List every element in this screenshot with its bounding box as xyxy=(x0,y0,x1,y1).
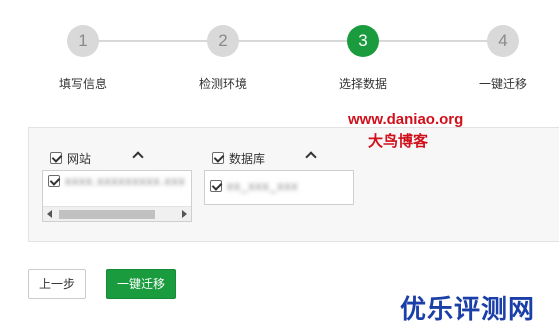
sites-list[interactable]: xxxx.xxxxxxxxx.xxx xyxy=(42,170,192,222)
step-3-label: 选择数据 xyxy=(338,77,388,91)
database-item-name: xx_xxx_xxx xyxy=(227,179,299,193)
database-item-checkbox[interactable] xyxy=(210,180,222,192)
step-2-circle: 2 xyxy=(207,25,239,57)
one-click-migrate-button[interactable]: 一键迁移 xyxy=(106,269,176,299)
step-connector xyxy=(238,40,348,42)
step-3-circle: 3 xyxy=(347,25,379,57)
databases-list[interactable]: xx_xxx_xxx xyxy=(204,170,354,205)
previous-step-button[interactable]: 上一步 xyxy=(28,269,86,299)
site-item-checkbox[interactable] xyxy=(48,175,60,187)
site-item-name: xxxx.xxxxxxxxx.xxx xyxy=(65,174,186,188)
sites-group-label: 网站 xyxy=(67,151,92,166)
watermark-blog-name: 大鸟博客 xyxy=(368,133,429,150)
databases-group-label: 数据库 xyxy=(229,151,266,166)
step-4-circle: 4 xyxy=(487,25,519,57)
list-item[interactable]: xxxx.xxxxxxxxx.xxx xyxy=(43,171,191,191)
databases-select-all-checkbox[interactable] xyxy=(212,152,224,164)
step-2-label: 检测环境 xyxy=(198,77,248,91)
migration-stepper: 1 2 3 4 填写信息 检测环境 选择数据 一键迁移 xyxy=(0,0,559,110)
sites-select-all-checkbox[interactable] xyxy=(50,152,62,164)
data-selection-panel: 网站 xxxx.xxxxxxxxx.xxx 数据库 xx_xxx_xxx xyxy=(28,127,559,242)
scrollbar-thumb[interactable] xyxy=(59,210,155,219)
step-1-circle: 1 xyxy=(67,25,99,57)
watermark-brand: 优乐评测网 xyxy=(400,294,536,324)
scroll-left-arrow-icon[interactable] xyxy=(47,210,52,218)
list-item[interactable]: xx_xxx_xxx xyxy=(205,176,353,196)
step-connector xyxy=(98,40,208,42)
sites-group: 网站 xyxy=(50,149,212,167)
databases-group-header: 数据库 xyxy=(212,149,362,167)
databases-group: 数据库 xyxy=(212,149,362,167)
watermark-url: www.daniao.org xyxy=(348,111,464,128)
step-4-label: 一键迁移 xyxy=(478,77,528,91)
sites-group-header: 网站 xyxy=(50,149,212,167)
step-connector xyxy=(378,40,488,42)
step-1-label: 填写信息 xyxy=(58,77,108,91)
scroll-right-arrow-icon[interactable] xyxy=(182,210,187,218)
sites-list-hscrollbar[interactable] xyxy=(43,206,191,221)
